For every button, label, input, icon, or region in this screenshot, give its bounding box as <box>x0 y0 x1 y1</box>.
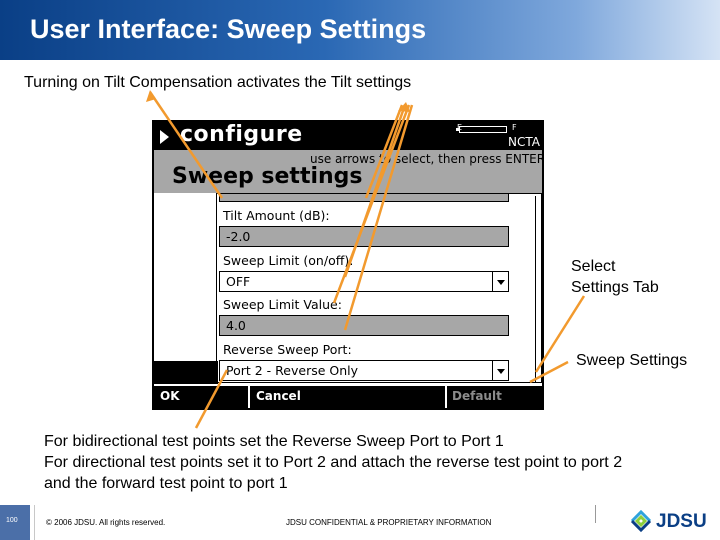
sweep-limit-label: Sweep Limit (on/off): <box>223 253 354 268</box>
device-title: configure <box>180 122 303 147</box>
device-title-bar: configure E F NCTA <box>154 122 542 150</box>
form-scrollbar[interactable] <box>535 196 539 382</box>
device-screen: configure E F NCTA use arrows to select,… <box>152 120 544 410</box>
page-number: 100 <box>6 517 18 524</box>
status-label: NCTA <box>508 135 540 149</box>
battery-icon <box>456 126 507 133</box>
sweep-limit-value-input[interactable]: 4.0 <box>219 315 509 336</box>
settings-tab-indicator[interactable] <box>154 361 218 384</box>
ok-softkey[interactable]: OK <box>160 389 180 403</box>
slide-title: User Interface: Sweep Settings <box>30 14 427 44</box>
footer-divider <box>34 505 35 540</box>
arrowhead-2 <box>398 102 410 112</box>
softkey-divider <box>445 386 447 408</box>
jdsu-logo: JDSU <box>628 508 714 536</box>
note-line-1: For bidirectional test points set the Re… <box>44 433 504 450</box>
logo-wordmark: JDSU <box>656 511 707 532</box>
sweep-settings-label: Sweep Settings <box>576 352 688 369</box>
note-line-2: For directional test points set it to Po… <box>44 454 623 471</box>
softkey-divider <box>248 386 250 408</box>
jdsu-logo-icon <box>630 509 652 533</box>
select-settings-tab-line: Select Settings Tab <box>571 258 659 296</box>
notes-block: For bidirectional test points set the Re… <box>44 431 622 494</box>
arrow-heads <box>146 90 410 112</box>
copyright-text: © 2006 JDSU. All rights reserved. <box>46 518 166 527</box>
sweep-limit-value-label: Sweep Limit Value: <box>223 297 342 312</box>
reverse-sweep-port-value: Port 2 - Reverse Only <box>226 363 359 378</box>
footer-divider-right <box>595 505 596 523</box>
play-triangle-icon <box>160 130 169 144</box>
sweep-limit-select[interactable]: OFF <box>219 271 509 292</box>
reverse-sweep-port-label: Reverse Sweep Port: <box>223 342 352 357</box>
device-header-panel: use arrows to select, then press ENTER. … <box>154 150 542 193</box>
select-settings-tab-label: Select Settings Tab <box>571 256 659 298</box>
tilt-amount-label: Tilt Amount (dB): <box>223 208 330 223</box>
confidential-text: JDSU CONFIDENTIAL & PROPRIETARY INFORMAT… <box>286 518 492 527</box>
cancel-softkey[interactable]: Cancel <box>256 389 301 403</box>
dropdown-arrow-icon[interactable] <box>492 361 508 380</box>
page-number-box: 100 <box>0 505 30 540</box>
default-softkey[interactable]: Default <box>452 389 502 403</box>
note-line-3: and the forward test point to port 1 <box>44 475 288 492</box>
battery-full-label: F <box>512 123 517 132</box>
tilt-amount-input[interactable]: -2.0 <box>219 226 509 247</box>
reverse-sweep-port-select[interactable]: Port 2 - Reverse Only <box>219 360 509 381</box>
softkey-bar: OK Cancel Default <box>154 386 542 408</box>
settings-form: Tilt Amount (dB): -2.0 Sweep Limit (on/o… <box>216 193 542 383</box>
previous-field-partial <box>219 194 509 202</box>
sweep-limit-value: OFF <box>226 274 251 289</box>
slide-header: User Interface: Sweep Settings <box>0 0 720 60</box>
subtitle-text: Turning on Tilt Compensation activates t… <box>24 74 412 91</box>
section-title: Sweep settings <box>172 164 363 189</box>
dropdown-arrow-icon[interactable] <box>492 272 508 291</box>
